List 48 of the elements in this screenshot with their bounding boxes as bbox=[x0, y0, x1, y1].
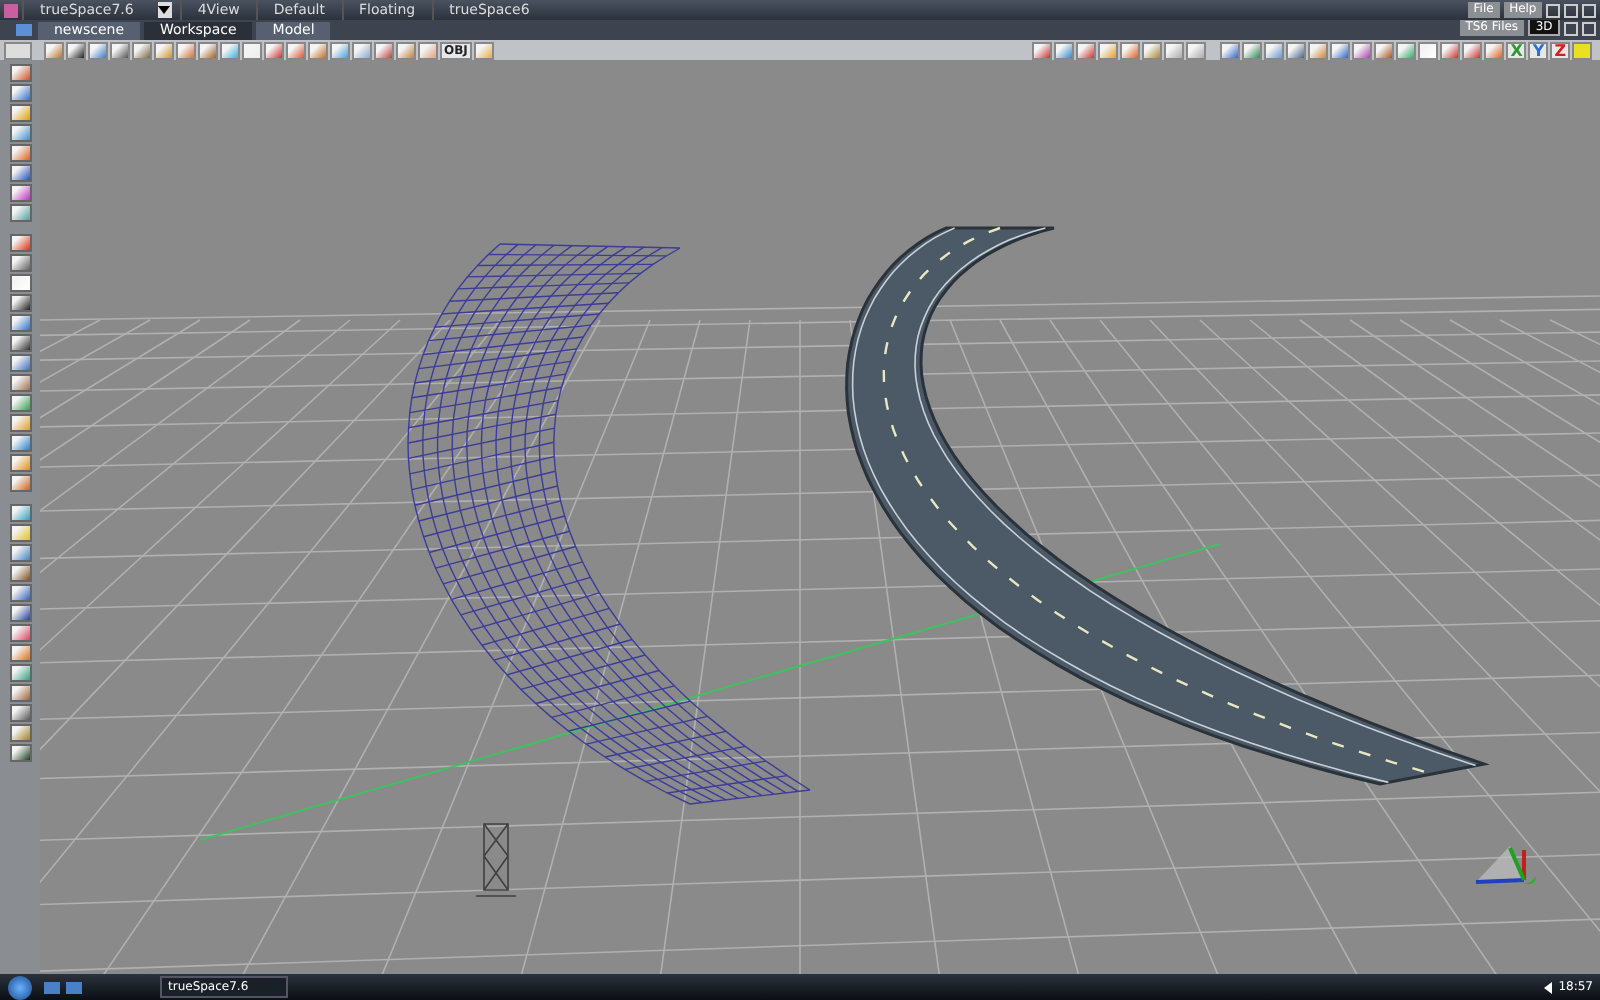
tool-icon[interactable] bbox=[9, 543, 31, 562]
window-switch-icon[interactable] bbox=[66, 981, 82, 993]
tool-icon[interactable] bbox=[9, 253, 31, 272]
tool-icon[interactable] bbox=[9, 313, 31, 332]
tool-icon[interactable] bbox=[9, 273, 31, 292]
tool-icon[interactable] bbox=[9, 413, 31, 432]
axis-toggle-button[interactable]: Y bbox=[1528, 41, 1549, 59]
start-button[interactable] bbox=[8, 975, 32, 999]
tray-arrow-icon[interactable] bbox=[1543, 981, 1552, 993]
tool-icon[interactable] bbox=[9, 473, 31, 492]
tool-icon[interactable] bbox=[9, 523, 31, 542]
tool-icon[interactable] bbox=[9, 163, 31, 182]
scene-icon bbox=[16, 24, 32, 36]
tool-icon[interactable] bbox=[9, 373, 31, 392]
desktop-icon[interactable] bbox=[44, 981, 60, 993]
tool-icon[interactable] bbox=[9, 203, 31, 222]
tool-icon[interactable] bbox=[9, 583, 31, 602]
tool-icon[interactable] bbox=[9, 703, 31, 722]
tool-icon[interactable] bbox=[9, 433, 31, 452]
app-icon bbox=[4, 3, 18, 17]
tool-icon[interactable] bbox=[9, 83, 31, 102]
tool-icon[interactable] bbox=[9, 683, 31, 702]
restore-button[interactable] bbox=[1564, 22, 1578, 37]
tool-icon[interactable] bbox=[9, 103, 31, 122]
tool-icon[interactable] bbox=[9, 503, 31, 522]
tool-icon[interactable] bbox=[9, 453, 31, 472]
tool-icon[interactable] bbox=[9, 123, 31, 142]
tool-icon[interactable] bbox=[9, 353, 31, 372]
axis-gizmo-icon bbox=[1475, 846, 1536, 885]
minimize-button[interactable] bbox=[1546, 3, 1560, 17]
tool-icon[interactable] bbox=[9, 143, 31, 162]
maximize-button[interactable] bbox=[1564, 3, 1578, 17]
tool-icon[interactable] bbox=[9, 603, 31, 622]
tool-icon[interactable] bbox=[9, 743, 31, 762]
light-object-drawing bbox=[475, 823, 517, 897]
tool-icon[interactable] bbox=[9, 233, 31, 252]
tool-icon[interactable] bbox=[9, 563, 31, 582]
tool-icon[interactable] bbox=[9, 63, 31, 82]
toolbar-icon[interactable] bbox=[4, 41, 32, 59]
tool-icon[interactable] bbox=[9, 393, 31, 412]
axis-toggle-button[interactable]: Z bbox=[1550, 41, 1570, 59]
tool-icon[interactable] bbox=[9, 723, 31, 742]
tool-icon[interactable] bbox=[9, 333, 31, 352]
tool-icon[interactable] bbox=[9, 623, 31, 642]
tool-icon[interactable] bbox=[9, 643, 31, 662]
tool-icon[interactable] bbox=[9, 293, 31, 312]
tool-icon[interactable] bbox=[9, 663, 31, 682]
tool-icon[interactable] bbox=[9, 183, 31, 202]
